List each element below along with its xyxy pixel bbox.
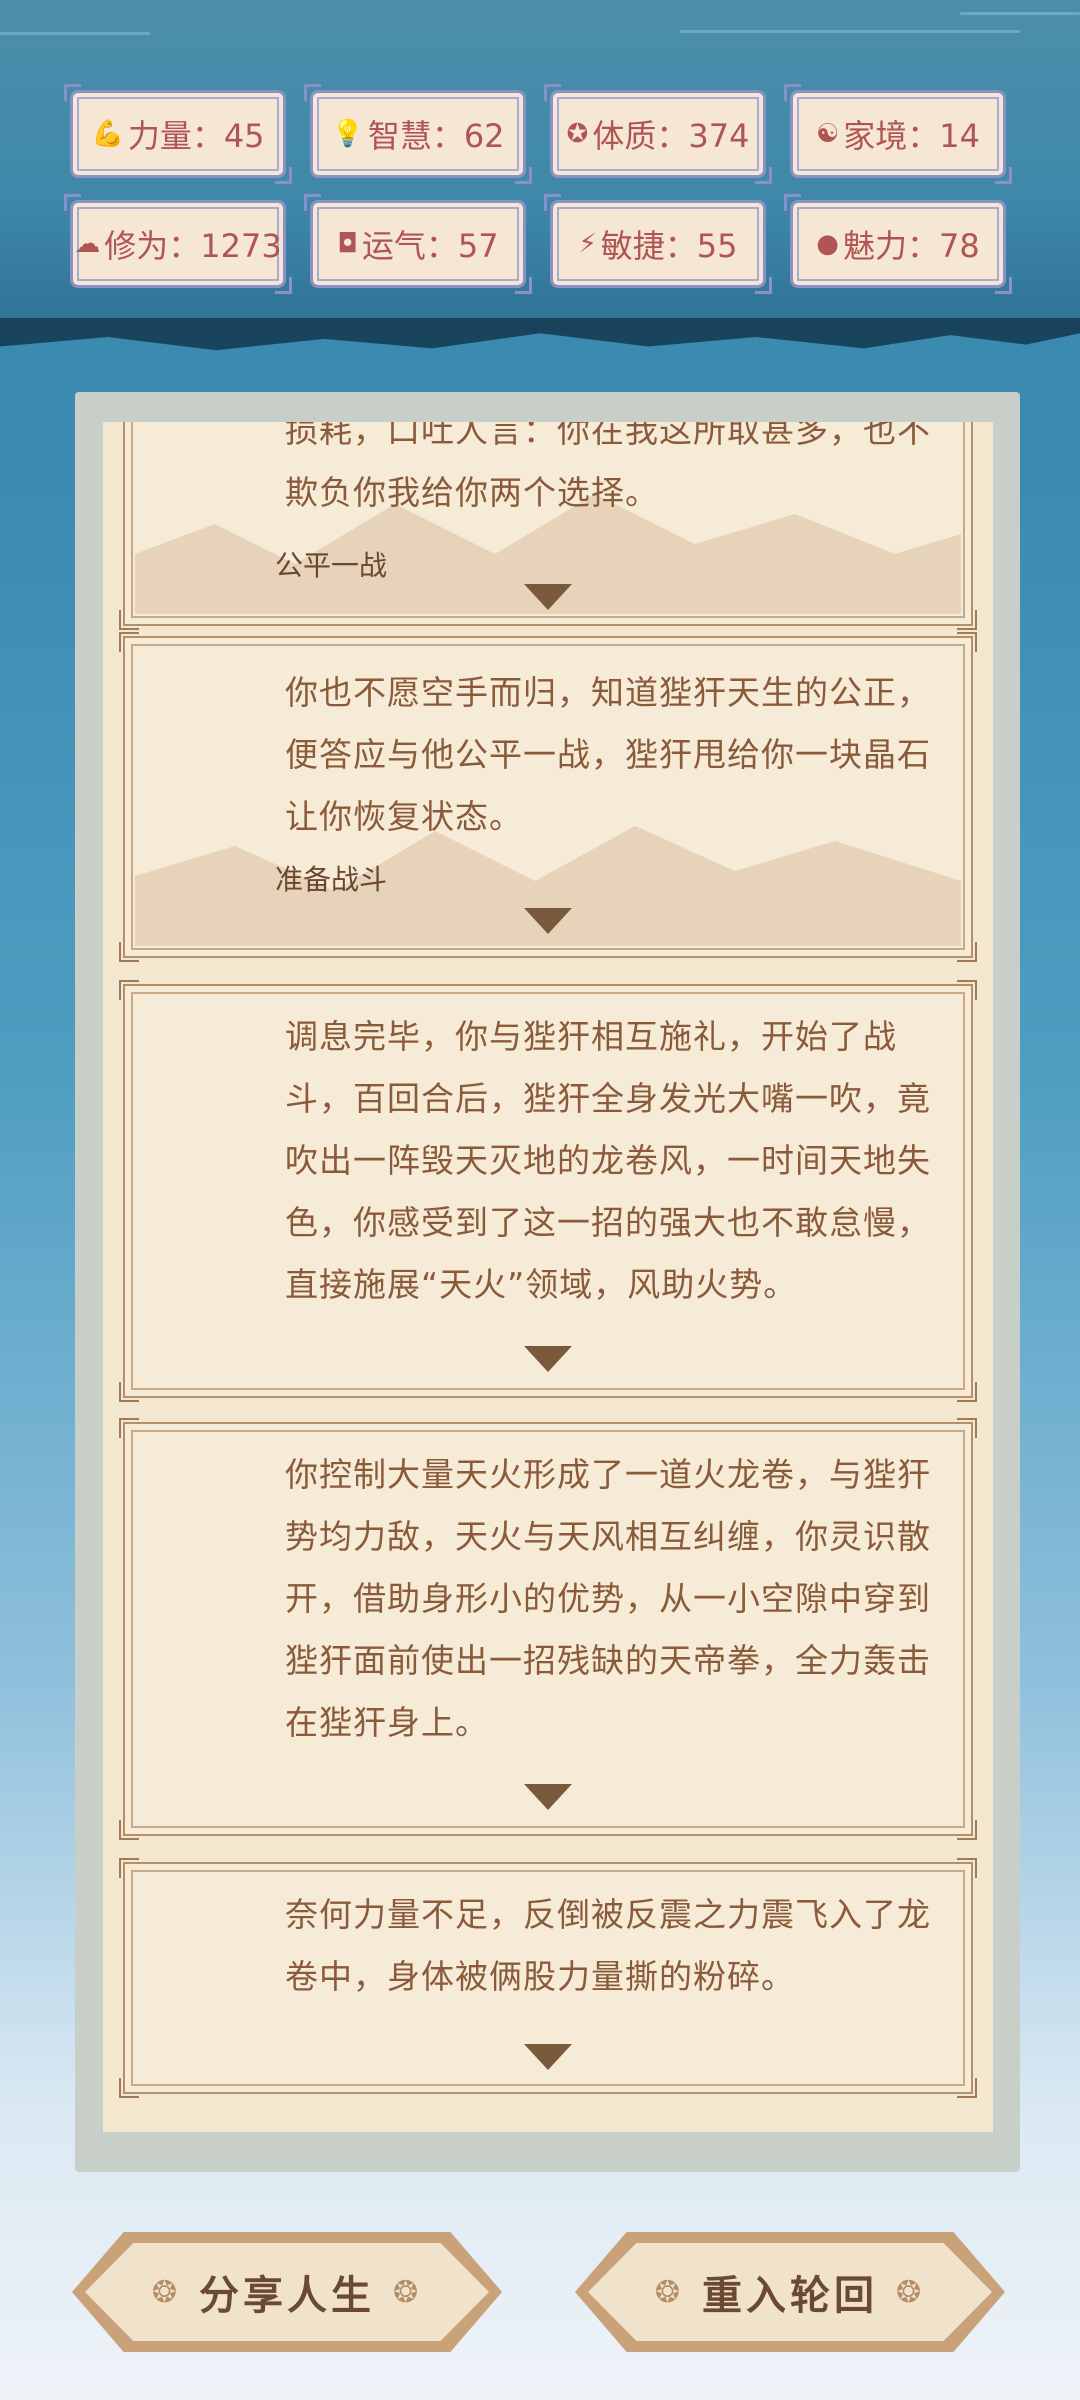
story-scroll[interactable]: 损耗，口吐人言：你在我这所取甚多，也不欺负你我给你两个选择。 公平一战 你也不愿… [103,422,993,2132]
expand-arrow-icon[interactable] [524,908,572,934]
stats-grid: 💪 力量：45 💡 智慧：62 ✪ 体质：374 ☯ 家境：14 ☁ 修为：1273 ◘ 运… [64,84,1012,294]
constitution-icon: ✪ [566,119,589,149]
stat-label: 智慧：62 [367,117,505,155]
cloud-decoration [680,30,1020,33]
share-life-button[interactable]: ❂ 分享人生 ❂ [72,2232,502,2352]
stat-strength: 💪 力量：45 [64,84,292,184]
button-label: 分享人生 [199,2273,375,2319]
stat-luck: ◘ 运气：57 [304,194,532,294]
story-panel[interactable]: 损耗，口吐人言：你在我这所取甚多，也不欺负你我给你两个选择。 公平一战 你也不愿… [75,392,1020,2172]
story-card: 你也不愿空手而归，知道狴犴天生的公正，便答应与他公平一战，狴犴甩给你一块晶石让你… [119,632,977,962]
wisdom-icon: 💡 [331,119,364,149]
strength-icon: 💪 [91,119,124,149]
agility-icon: ⚡ [578,229,597,259]
expand-arrow-icon[interactable] [524,1784,572,1810]
story-text: 奈何力量不足，反倒被反震之力震飞入了龙卷中，身体被俩股力量撕的粉碎。 [285,1895,931,1996]
stat-label: 力量：45 [127,117,265,155]
stat-cultivation: ☁ 修为：1273 [64,194,292,294]
charm-icon: ● [816,229,839,259]
swirl-ornament-icon: ❂ [654,2274,684,2310]
expand-arrow-icon[interactable] [524,584,572,610]
stat-label: 魅力：78 [842,227,980,265]
button-label: 重入轮回 [702,2273,878,2319]
cloud-decoration [960,12,1080,15]
stat-family: ☯ 家境：14 [784,84,1012,184]
story-text: 你控制大量天火形成了一道火龙卷，与狴犴势均力敌，天火与天风相互纠缠，你灵识散开，… [285,1455,931,1742]
swirl-ornament-icon: ❂ [393,2274,423,2310]
stat-label: 修为：1273 [104,227,282,265]
story-text: 你也不愿空手而归，知道狴犴天生的公正，便答应与他公平一战，狴犴甩给你一块晶石让你… [285,673,931,836]
stat-label: 运气：57 [361,227,499,265]
story-card: 损耗，口吐人言：你在我这所取甚多，也不欺负你我给你两个选择。 公平一战 [119,422,977,630]
swirl-ornament-icon: ❂ [896,2274,926,2310]
luck-icon: ◘ [337,229,358,259]
cloud-decoration [0,32,150,35]
button-face: ❂ 分享人生 ❂ [85,2243,489,2341]
swirl-ornament-icon: ❂ [151,2274,181,2310]
stat-label: 敏捷：55 [600,227,738,265]
story-text: 损耗，口吐人言：你在我这所取甚多，也不欺负你我给你两个选择。 [285,422,931,512]
stat-label: 家境：14 [843,117,981,155]
reincarnate-button[interactable]: ❂ 重入轮回 ❂ [575,2232,1005,2352]
story-card: 调息完毕，你与狴犴相互施礼，开始了战斗，百回合后，狴犴全身发光大嘴一吹，竟吹出一… [119,980,977,1402]
story-card: 你控制大量天火形成了一道火龙卷，与狴犴势均力敌，天火与天风相互纠缠，你灵识散开，… [119,1418,977,1840]
family-icon: ☯ [815,119,840,149]
choice-option[interactable]: 准备战斗 [275,858,387,898]
stat-label: 体质：374 [592,117,750,155]
cultivation-icon: ☁ [74,229,101,259]
story-card: 奈何力量不足，反倒被反震之力震飞入了龙卷中，身体被俩股力量撕的粉碎。 [119,1858,977,2098]
stat-agility: ⚡ 敏捷：55 [544,194,772,294]
button-face: ❂ 重入轮回 ❂ [588,2243,992,2341]
stat-constitution: ✪ 体质：374 [544,84,772,184]
stat-charm: ● 魅力：78 [784,194,1012,294]
story-text: 调息完毕，你与狴犴相互施礼，开始了战斗，百回合后，狴犴全身发光大嘴一吹，竟吹出一… [285,1017,931,1304]
choice-option[interactable]: 公平一战 [275,544,387,584]
expand-arrow-icon[interactable] [524,2044,572,2070]
expand-arrow-icon[interactable] [524,1346,572,1372]
stat-wisdom: 💡 智慧：62 [304,84,532,184]
ink-brush-edge [0,318,1080,351]
